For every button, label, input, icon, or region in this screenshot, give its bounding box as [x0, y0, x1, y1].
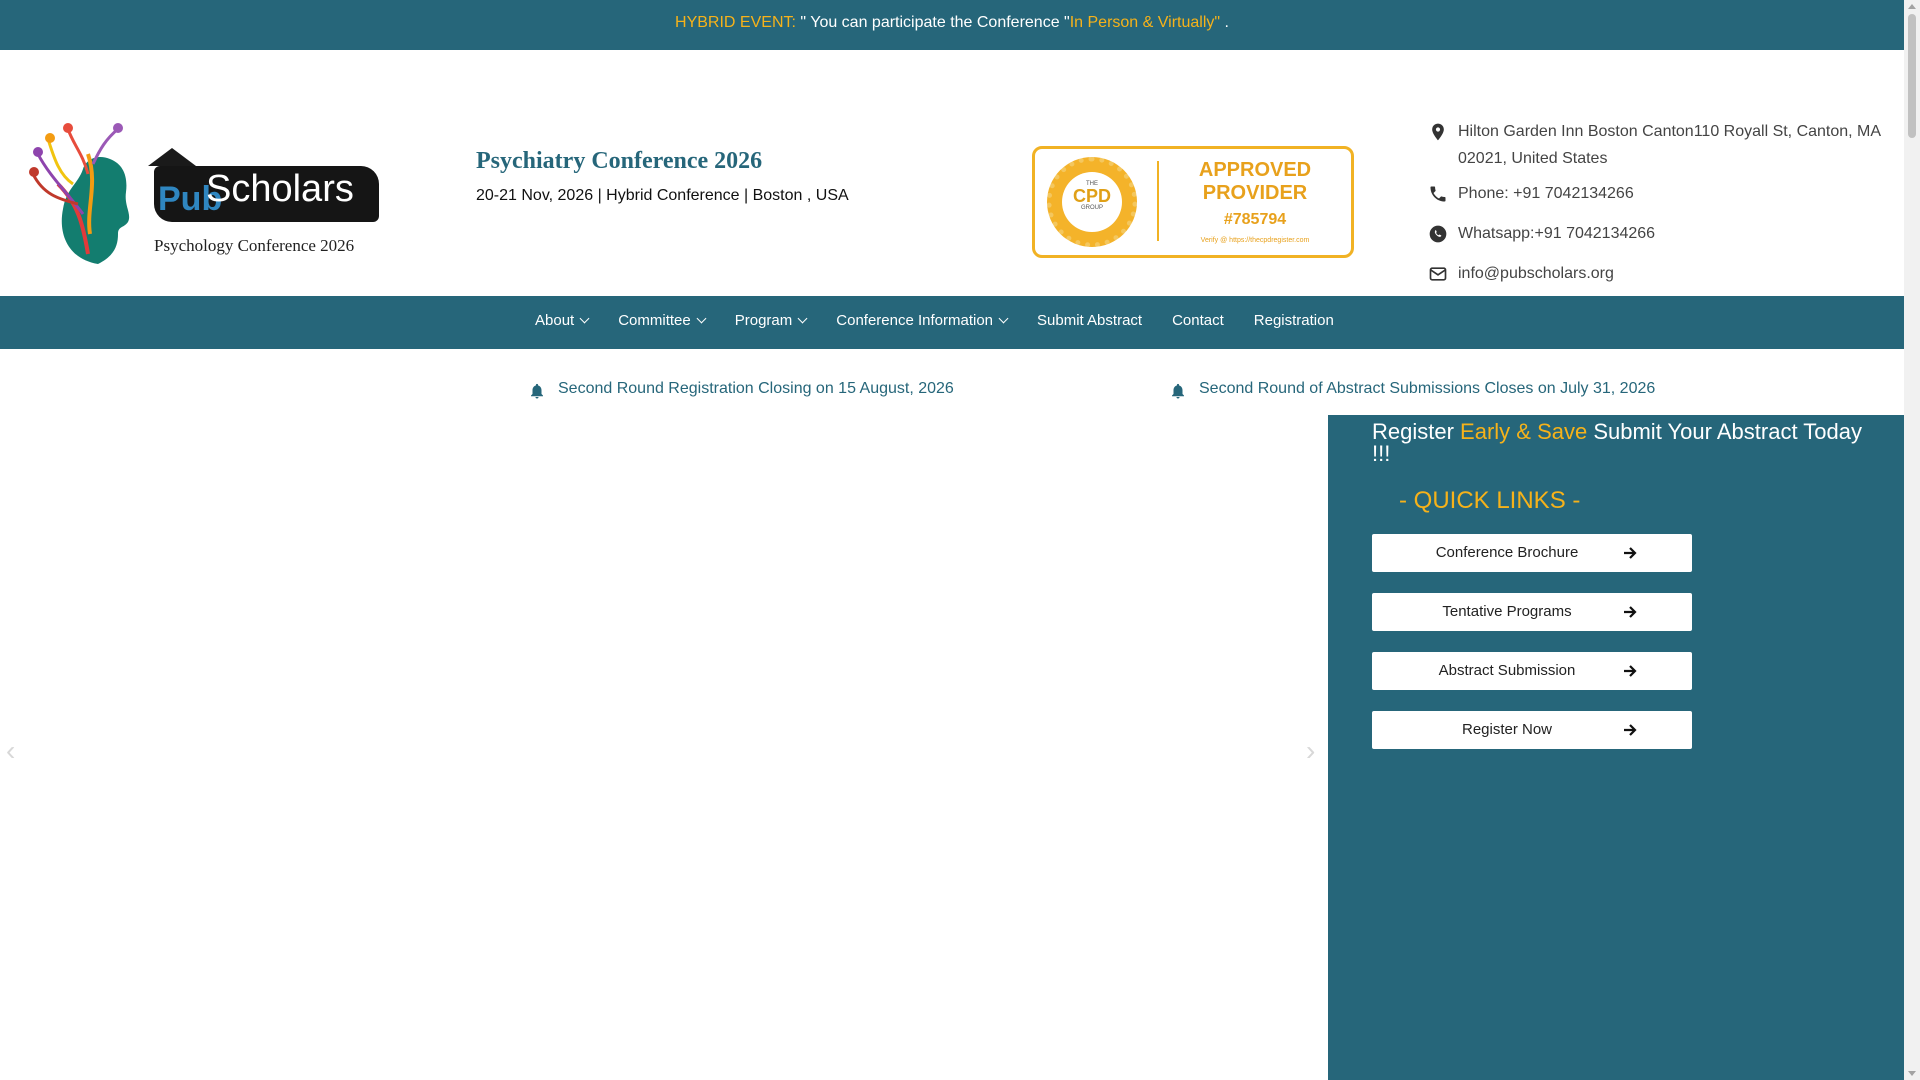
chevron-down-icon [696, 313, 707, 324]
address-text: Hilton Garden Inn Boston Canton110 Royal… [1458, 123, 1881, 167]
abstract-submission-button[interactable]: Abstract Submission [1372, 652, 1692, 690]
conference-subtitle: 20-21 Nov, 2026 | Hybrid Conference | Bo… [476, 187, 849, 204]
cpd-seal-mid: CPD [1072, 186, 1111, 206]
main-navigation: About Committee Program Conference Infor… [0, 296, 1904, 349]
arrow-right-icon [1624, 606, 1637, 618]
nav-item-contact[interactable]: Contact [1157, 296, 1239, 349]
register-now-button[interactable]: Register Now [1372, 711, 1692, 749]
nav-item-registration[interactable]: Registration [1239, 296, 1349, 349]
bell-icon [531, 383, 543, 399]
cpd-approved-badge: THE CPD GROUP APPROVED PROVIDER #785794 … [1032, 146, 1354, 258]
phone-text: Phone: +91 7042134266 [1458, 185, 1634, 202]
arrow-right-icon [1624, 547, 1637, 559]
tentative-programs-button[interactable]: Tentative Programs [1372, 593, 1692, 631]
contact-phone[interactable]: Phone: +91 7042134266 [1428, 180, 1634, 207]
logo-tagline: Psychology Conference 2026 [154, 236, 355, 255]
scroll-down-icon[interactable] [1908, 1071, 1916, 1076]
announcement-bar: HYBRID EVENT: " You can participate the … [0, 0, 1904, 50]
nav-item-committee[interactable]: Committee [603, 296, 720, 349]
nav-item-about[interactable]: About [520, 296, 603, 349]
announcement-end: . [1220, 14, 1229, 31]
site-header: Pub Scholars Psychology Conference 2026 … [0, 50, 1904, 295]
quick-links-panel: Register Early & Save Submit Your Abstra… [1328, 415, 1904, 1080]
bell-icon [1172, 383, 1184, 399]
brand-wordmark: Pub Scholars [154, 166, 379, 222]
page-scrollbar[interactable] [1904, 0, 1920, 1080]
announcement-text: " You can participate the Conference " [795, 14, 1070, 31]
quick-links-title: - QUICK LINKS - [1399, 487, 1581, 514]
scrollbar-thumb[interactable] [1908, 14, 1916, 138]
scroll-up-icon[interactable] [1908, 4, 1916, 9]
chevron-down-icon [579, 313, 590, 324]
envelope-icon [1429, 267, 1447, 281]
site-logo[interactable]: Pub Scholars Psychology Conference 2026 [28, 114, 390, 270]
chevron-right-icon[interactable]: › [1306, 735, 1315, 767]
chevron-left-icon[interactable]: ‹ [6, 735, 15, 767]
map-pin-icon [1432, 123, 1444, 141]
cpd-number: #785794 [1223, 211, 1287, 228]
conference-title: Psychiatry Conference 2026 [476, 148, 763, 174]
whatsapp-icon [1429, 225, 1447, 243]
chevron-down-icon [998, 313, 1009, 324]
cpd-approved-text: APPROVED PROVIDER [1198, 159, 1312, 204]
cpd-verify: Verify @ https://thecpdregister.com [1200, 237, 1310, 244]
contact-email[interactable]: info@pubscholars.org [1428, 260, 1614, 287]
announcement-label: HYBRID EVENT: [675, 14, 796, 31]
arrow-right-icon [1624, 665, 1637, 677]
graduation-cap-icon [148, 148, 196, 166]
hero-slider [0, 415, 1328, 1080]
nav-item-submit-abstract[interactable]: Submit Abstract [1022, 296, 1157, 349]
nav-item-conference-information[interactable]: Conference Information [821, 296, 1022, 349]
notice-registration-text: Second Round Registration Closing on 15 … [558, 380, 954, 397]
cpd-seal-icon: THE CPD GROUP [1047, 157, 1137, 247]
conference-brochure-button[interactable]: Conference Brochure [1372, 534, 1692, 572]
notice-registration[interactable]: Second Round Registration Closing on 15 … [528, 380, 954, 399]
head-tree-logo-icon [29, 123, 130, 264]
cpd-divider [1157, 161, 1159, 241]
notice-abstract[interactable]: Second Round of Abstract Submissions Clo… [1169, 380, 1656, 399]
notice-abstract-text: Second Round of Abstract Submissions Clo… [1199, 380, 1656, 397]
cpd-seal-bottom: GROUP [1080, 205, 1103, 211]
email-text: info@pubscholars.org [1458, 265, 1614, 282]
whatsapp-text: Whatsapp:+91 7042134266 [1458, 225, 1656, 242]
register-headline: Register Early & Save Submit Your Abstra… [1372, 419, 1862, 466]
contact-address: Hilton Garden Inn Boston Canton110 Royal… [1428, 118, 1898, 172]
brand-scholars: Scholars [206, 168, 354, 210]
phone-icon [1430, 186, 1446, 202]
announcement-highlight: In Person & Virtually" [1069, 14, 1221, 31]
contact-whatsapp[interactable]: Whatsapp:+91 7042134266 [1428, 220, 1655, 247]
arrow-right-icon [1624, 724, 1637, 736]
nav-item-program[interactable]: Program [720, 296, 822, 349]
chevron-down-icon [797, 313, 808, 324]
